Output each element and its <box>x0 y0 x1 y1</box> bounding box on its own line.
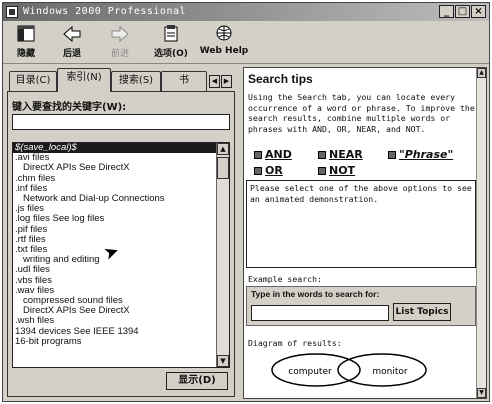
hide-button[interactable]: 隐藏 <box>9 24 43 62</box>
search-tips-title: Search tips <box>248 72 313 86</box>
web-help-button[interactable]: Web Help <box>199 24 249 62</box>
back-arrow-icon <box>61 24 83 44</box>
example-search-box: Type in the words to search for: List To… <box>246 286 476 326</box>
tab-scroll-left-icon[interactable]: ◀ <box>209 75 220 88</box>
tab-index[interactable]: 索引(N) <box>57 68 111 92</box>
web-help-icon <box>213 24 235 44</box>
operator-bullet-icon <box>254 167 262 175</box>
index-list[interactable]: $(save_local)$ .avi files DirectX APIs See… <box>12 142 230 368</box>
tab-scroll-right-icon[interactable]: ▶ <box>221 75 232 88</box>
demo-box: Please select one of the above options t… <box>246 180 476 268</box>
back-button[interactable]: 后退 <box>55 24 89 62</box>
example-search-input[interactable] <box>251 305 389 321</box>
help-window: Windows 2000 Professional _ □ × 隐藏 后退 前进 <box>2 2 490 402</box>
window-title: Windows 2000 Professional <box>23 6 187 17</box>
forward-button[interactable]: 前进 <box>103 24 137 62</box>
maximize-button[interactable]: □ <box>455 5 470 18</box>
venn-left-label: computer <box>288 367 332 377</box>
window-app-icon <box>6 6 18 18</box>
content-scrollbar[interactable]: ▲ ▼ <box>476 68 486 398</box>
and-link[interactable]: AND <box>254 148 292 161</box>
toolbar: 隐藏 后退 前进 选项(O) Web Help <box>3 22 489 64</box>
diagram-label: Diagram of results: <box>248 338 342 348</box>
operator-bullet-icon <box>318 151 326 159</box>
index-panel: 键入要查找的关键字(W): $(save_local)$ .avi files Di… <box>7 91 235 397</box>
keyword-label: 键入要查找的关键字(W): <box>12 102 127 113</box>
example-hint: Type in the words to search for: <box>251 289 380 299</box>
content-pane: Search tips Using the Search tab, you ca… <box>243 67 487 399</box>
phrase-link[interactable]: "Phrase" <box>388 148 453 161</box>
index-list-item[interactable]: 16-bit programs <box>13 336 217 347</box>
close-button[interactable]: × <box>471 5 486 18</box>
tab-favorites[interactable]: 书 <box>161 71 207 91</box>
venn-diagram: computer monitor <box>271 353 427 387</box>
operator-links: AND NEAR "Phrase" OR NOT <box>248 146 478 177</box>
minimize-button[interactable]: _ <box>439 5 454 18</box>
display-button[interactable]: 显示(D) <box>166 372 228 390</box>
venn-right-label: monitor <box>372 367 408 377</box>
near-link[interactable]: NEAR <box>318 148 363 161</box>
navigation-pane: 目录(C) 索引(N) 搜索(S) 书 ◀ ▶ 键入要查找的关键字(W): $(… <box>7 67 235 399</box>
list-topics-button[interactable]: List Topics <box>393 303 451 321</box>
tab-contents[interactable]: 目录(C) <box>9 71 57 91</box>
title-bar[interactable]: Windows 2000 Professional _ □ × <box>3 3 489 21</box>
scroll-down-icon[interactable]: ▼ <box>477 388 486 398</box>
not-link[interactable]: NOT <box>318 164 355 177</box>
forward-arrow-icon <box>109 24 131 44</box>
options-icon <box>160 24 182 44</box>
operator-bullet-icon <box>254 151 262 159</box>
operator-bullet-icon <box>388 151 396 159</box>
example-search-label: Example search: <box>248 274 322 284</box>
scroll-down-icon[interactable]: ▼ <box>217 355 229 367</box>
options-button[interactable]: 选项(O) <box>149 24 193 62</box>
scroll-up-icon[interactable]: ▲ <box>477 68 486 78</box>
or-link[interactable]: OR <box>254 164 283 177</box>
keyword-input[interactable] <box>12 114 230 130</box>
index-list-scrollbar[interactable]: ▲ ▼ <box>216 143 229 367</box>
tab-search[interactable]: 搜索(S) <box>111 71 161 91</box>
scroll-thumb[interactable] <box>217 157 229 179</box>
operator-bullet-icon <box>318 167 326 175</box>
search-tips-body: Using the Search tab, you can locate eve… <box>248 92 475 134</box>
hide-pane-icon <box>15 24 37 44</box>
scroll-up-icon[interactable]: ▲ <box>217 143 229 155</box>
